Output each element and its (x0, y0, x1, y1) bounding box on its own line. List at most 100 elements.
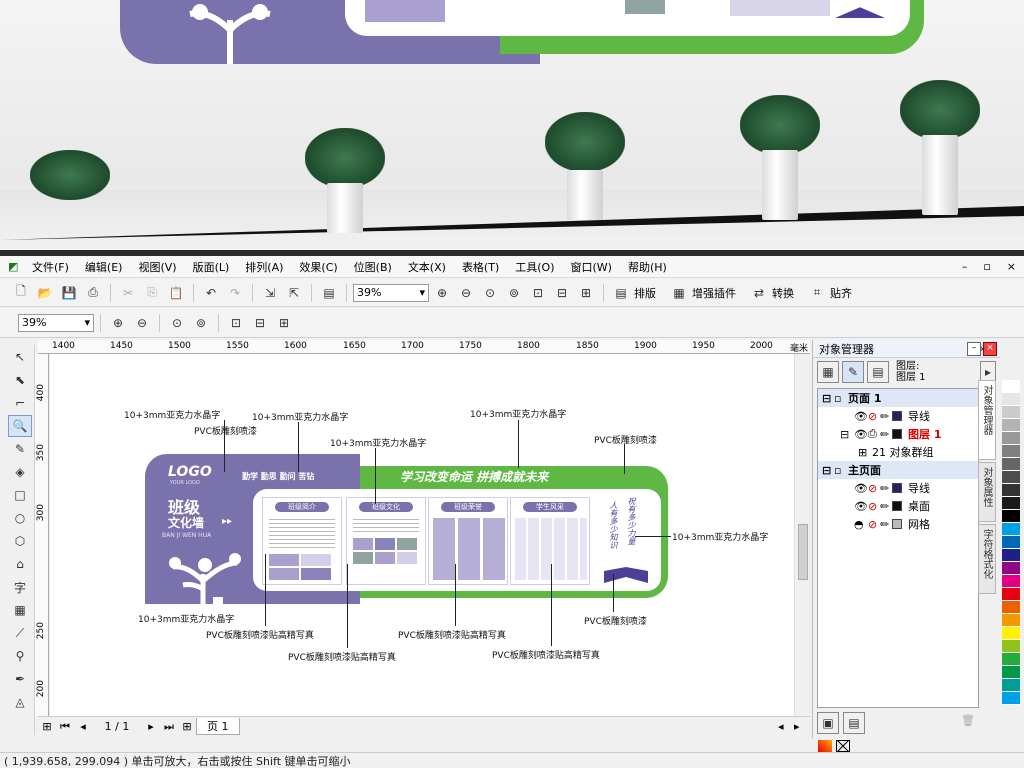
new-file-icon[interactable]: 🗋 (10, 282, 32, 304)
collapse-icon[interactable]: ⊟ (840, 428, 854, 441)
eye-closed-icon[interactable]: ◓ (854, 518, 868, 531)
palette-swatch[interactable] (1002, 562, 1020, 575)
palette-swatch[interactable] (1002, 640, 1020, 653)
redo-icon[interactable]: ↷ (224, 282, 246, 304)
zoom-selected-icon[interactable]: ⊙ (166, 312, 188, 334)
print-disabled-icon[interactable]: ⊘ (868, 410, 880, 423)
eye-icon[interactable]: 👁 (854, 500, 868, 513)
menu-arrange[interactable]: 排列(A) (237, 259, 291, 275)
tab-object-manager[interactable]: 对象管理器 (978, 380, 996, 460)
next-page-icon[interactable]: ▸ (142, 720, 160, 733)
palette-swatch[interactable] (1002, 445, 1020, 458)
zoom-in-icon[interactable]: ⊕ (107, 312, 129, 334)
section-panel[interactable]: 班级文化 (346, 497, 426, 585)
open-file-icon[interactable]: 📂 (34, 282, 56, 304)
freehand-tool-icon[interactable]: ✎ (8, 438, 32, 460)
outline-pen-icon[interactable]: ✒ (8, 668, 32, 690)
copy-icon[interactable]: ⎘ (141, 282, 163, 304)
menu-help[interactable]: 帮助(H) (620, 259, 675, 275)
palette-swatch[interactable] (1002, 406, 1020, 419)
poem-panel[interactable]: 祝有多少力量 人有多少知识 (602, 497, 652, 585)
tree-master-guides[interactable]: 👁 ⊘ ✏ 导线 (818, 479, 978, 497)
palette-swatch[interactable] (1002, 679, 1020, 692)
text-tool-icon[interactable]: 字 (8, 576, 32, 598)
dimension-tool-icon[interactable]: ⟋ (8, 622, 32, 644)
zoom-out-icon[interactable]: ⊖ (455, 282, 477, 304)
zoom-page-icon[interactable]: ⊡ (225, 312, 247, 334)
polygon-tool-icon[interactable]: ⬡ (8, 530, 32, 552)
expand-icon[interactable]: ⊞ (858, 446, 872, 459)
palette-swatch[interactable] (1002, 510, 1020, 523)
ellipse-tool-icon[interactable]: ○ (8, 507, 32, 529)
palette-swatch[interactable] (1002, 432, 1020, 445)
palette-swatch[interactable] (1002, 523, 1020, 536)
tab-object-properties[interactable]: 对象属性 (978, 462, 996, 522)
table-tool-icon[interactable]: ▦ (8, 599, 32, 621)
add-page-icon[interactable]: ⊞ (38, 720, 56, 733)
cut-icon[interactable]: ✂ (117, 282, 139, 304)
scroll-right-icon[interactable]: ▸ (794, 720, 810, 733)
menu-edit[interactable]: 编辑(E) (77, 259, 131, 275)
zoom-out-icon[interactable]: ⊖ (131, 312, 153, 334)
menu-bitmaps[interactable]: 位图(B) (346, 259, 400, 275)
drawing-canvas[interactable]: LOGO YOUR LOGO 勤学 勤思 勤问 苦钻 班级 文化墙 ▸▸ BAN… (50, 354, 794, 716)
convert-icon[interactable]: ⇄ (748, 282, 770, 304)
print-disabled-icon[interactable]: ⊘ (868, 518, 880, 531)
section-panel[interactable]: 班级简介 (262, 497, 342, 585)
close-icon[interactable]: × (999, 260, 1024, 273)
page-tab[interactable]: 页 1 (196, 718, 240, 735)
close-icon[interactable]: × (983, 342, 997, 356)
shape-tool-icon[interactable]: ⬉ (8, 369, 32, 391)
minimize-icon[interactable]: – (954, 260, 976, 273)
print-icon[interactable]: ⎙ (82, 282, 104, 304)
palette-swatch[interactable] (1002, 614, 1020, 627)
zoom-width-icon[interactable]: ⊟ (551, 282, 573, 304)
menu-window[interactable]: 窗口(W) (563, 259, 620, 275)
section-panel[interactable]: 班级荣誉 (428, 497, 508, 585)
tree-object-group[interactable]: ⊞ 21 对象群组 (818, 443, 978, 461)
rectangle-tool-icon[interactable]: □ (8, 484, 32, 506)
save-icon[interactable]: 💾 (58, 282, 80, 304)
menu-file[interactable]: 文件(F) (24, 259, 77, 275)
palette-swatch[interactable] (1002, 380, 1020, 393)
palette-swatch[interactable] (1002, 536, 1020, 549)
zoom-level-combo[interactable]: 39% ▾ (18, 313, 94, 332)
eyedropper-icon[interactable]: ⚲ (8, 645, 32, 667)
tree-layer-1[interactable]: ⊟ 👁 ⎙ ✏ 图层 1 (818, 425, 978, 443)
pen-icon[interactable]: ✏ (880, 518, 892, 531)
palette-swatch[interactable] (1002, 419, 1020, 432)
palette-swatch[interactable] (1002, 588, 1020, 601)
plugin-icon[interactable]: ▦ (668, 282, 690, 304)
add-page-end-icon[interactable]: ⊞ (178, 720, 196, 733)
tree-page-1[interactable]: ⊟ ▫ 页面 1 (818, 389, 978, 407)
section-panel[interactable]: 学生风采 (510, 497, 590, 585)
pen-icon[interactable]: ✏ (880, 500, 892, 513)
tree-layer-guides[interactable]: 👁 ⊘ ✏ 导线 (818, 407, 978, 425)
prev-page-icon[interactable]: ◂ (74, 720, 92, 733)
pen-icon[interactable]: ✏ (880, 482, 892, 495)
palette-swatch[interactable] (1002, 497, 1020, 510)
eye-icon[interactable]: 👁 (854, 410, 868, 423)
scroll-left-icon[interactable]: ◂ (778, 720, 794, 733)
typeset-icon[interactable]: ▤ (610, 282, 632, 304)
layer-manager-view-icon[interactable]: ▤ (867, 361, 889, 383)
menu-effects[interactable]: 效果(C) (291, 259, 345, 275)
palette-swatch[interactable] (1002, 549, 1020, 562)
pen-icon[interactable]: ✏ (880, 410, 892, 423)
eye-icon[interactable]: 👁 (854, 428, 868, 441)
edit-across-layers-icon[interactable]: ✎ (842, 361, 864, 383)
typeset-button[interactable]: 排版 (634, 285, 656, 301)
zoom-width-icon[interactable]: ⊟ (249, 312, 271, 334)
fill-tool-icon[interactable]: ◬ (8, 691, 32, 713)
zoom-combo[interactable]: 39% ▾ (353, 283, 429, 302)
vertical-scrollbar[interactable] (794, 354, 810, 716)
print-disabled-icon[interactable]: ⊘ (868, 482, 880, 495)
menu-view[interactable]: 视图(V) (130, 259, 184, 275)
last-page-icon[interactable]: ⏭ (160, 720, 178, 734)
tree-master-desktop[interactable]: 👁 ⊘ ✏ 桌面 (818, 497, 978, 515)
eye-icon[interactable]: 👁 (854, 482, 868, 495)
menu-table[interactable]: 表格(T) (454, 259, 507, 275)
pick-tool-icon[interactable]: ↖ (8, 346, 32, 368)
show-properties-icon[interactable]: ▦ (817, 361, 839, 383)
restore-icon[interactable]: ▫ (975, 260, 998, 273)
